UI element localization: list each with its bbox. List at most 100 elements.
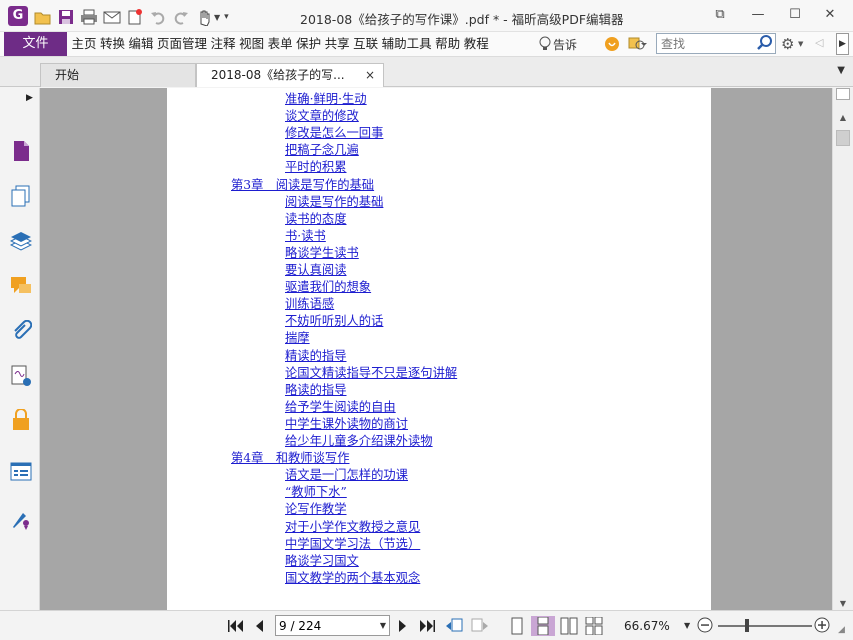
document-viewport[interactable]: 准确·鲜明·生动 谈文章的修改 修改是怎么一回事 把稿子念几遍 平时的积累 第3章 阅读是… (40, 88, 832, 610)
settings-gear-icon[interactable]: ⚙ (781, 36, 794, 52)
menu-comment[interactable]: 注释 (209, 32, 237, 56)
minimize-button[interactable]: — (744, 4, 772, 26)
zoom-out-icon[interactable] (697, 617, 713, 636)
previous-page-icon[interactable] (252, 616, 266, 636)
maximize-button[interactable]: ☐ (781, 4, 809, 26)
ribbon-scroll-left-icon[interactable]: ◁ (815, 36, 823, 49)
menu-home[interactable]: 主页 (70, 32, 98, 56)
next-view-icon[interactable] (470, 616, 490, 636)
menu-form[interactable]: 表单 (266, 32, 294, 56)
save-icon[interactable] (57, 8, 75, 26)
toc-section-link[interactable]: 修改是怎么一回事 (285, 126, 383, 140)
toc-chapter-link[interactable]: 第4章 和教师谈写作 (231, 451, 350, 465)
toc-section-link[interactable]: 略谈学习国文 (285, 554, 359, 568)
feedback-icon[interactable] (604, 36, 620, 55)
toc-section-link[interactable]: 阅读是写作的基础 (285, 195, 383, 209)
find-options-icon[interactable] (628, 36, 650, 55)
zoom-level[interactable]: 66.67% (624, 619, 670, 633)
menu-accessibility[interactable]: 辅助工具 (380, 32, 433, 56)
toc-chapter-link[interactable]: 第3章 阅读是写作的基础 (231, 178, 374, 192)
toc-section-link[interactable]: “教师下水” (285, 485, 347, 499)
new-document-icon[interactable] (126, 8, 144, 26)
zoom-slider-thumb[interactable] (745, 619, 749, 632)
toc-section-link[interactable]: 把稿子念几遍 (285, 143, 359, 157)
menu-convert[interactable]: 转换 (99, 32, 127, 56)
chevron-down-icon[interactable]: ▼ (684, 621, 690, 630)
next-page-icon[interactable] (397, 616, 409, 636)
toc-section-link[interactable]: 读书的态度 (285, 212, 347, 226)
menu-connect[interactable]: 互联 (352, 32, 380, 56)
page-number-input[interactable] (276, 616, 368, 635)
tab-document[interactable]: 2018-08《给孩子的写... × (196, 63, 384, 87)
continuous-facing-view-icon[interactable] (584, 616, 604, 636)
undo-icon[interactable] (149, 8, 167, 26)
toc-section-link[interactable]: 训练语感 (285, 297, 334, 311)
continuous-view-icon[interactable] (531, 616, 555, 636)
toc-section-link[interactable]: 给少年儿童多介绍课外读物 (285, 434, 433, 448)
layers-icon[interactable] (9, 231, 33, 253)
comments-icon[interactable] (10, 275, 32, 297)
facing-view-icon[interactable] (559, 616, 579, 636)
tell-me-label[interactable]: 告诉 (553, 36, 577, 53)
search-field[interactable] (656, 33, 776, 54)
scroll-top-icon[interactable] (836, 88, 850, 100)
chevron-down-icon[interactable]: ▼ (380, 621, 386, 630)
chevron-down-icon[interactable]: ▼ (214, 13, 220, 22)
page-thumbnail-icon[interactable] (10, 140, 32, 162)
menu-edit[interactable]: 编辑 (127, 32, 155, 56)
scroll-up-icon[interactable]: ▲ (836, 112, 850, 124)
zoom-in-icon[interactable] (814, 617, 830, 636)
last-page-icon[interactable] (419, 616, 435, 636)
menu-protect[interactable]: 保护 (295, 32, 323, 56)
toc-section-link[interactable]: 论写作教学 (285, 502, 347, 516)
chevron-down-icon[interactable]: ▼ (798, 40, 803, 48)
scroll-thumb[interactable] (836, 130, 850, 146)
redo-icon[interactable] (172, 8, 190, 26)
restore-layout-button[interactable]: ⧉ (706, 4, 734, 26)
attachments-icon[interactable] (10, 319, 33, 342)
toc-section-link[interactable]: 精读的指导 (285, 349, 347, 363)
search-input[interactable] (657, 34, 755, 53)
page-number-field[interactable]: ▼ (275, 615, 390, 636)
menu-view[interactable]: 视图 (238, 32, 266, 56)
tab-start[interactable]: 开始 (40, 63, 196, 87)
toc-section-link[interactable]: 对于小学作文教授之意见 (285, 520, 420, 534)
toc-section-link[interactable]: 中学国文学习法（节选） (285, 537, 420, 551)
toc-section-link[interactable]: 给予学生阅读的自由 (285, 400, 396, 414)
toc-section-link[interactable]: 要认真阅读 (285, 263, 347, 277)
pages-icon[interactable] (10, 185, 32, 207)
print-icon[interactable] (80, 8, 98, 26)
open-folder-icon[interactable] (34, 8, 52, 26)
search-icon[interactable] (757, 35, 773, 54)
toc-section-link[interactable]: 书·读书 (285, 229, 326, 243)
sign-tool-icon[interactable] (10, 508, 32, 530)
menu-tutorial[interactable]: 教程 (462, 32, 490, 56)
menu-share[interactable]: 共享 (323, 32, 351, 56)
toc-section-link[interactable]: 谈文章的修改 (285, 109, 359, 123)
expand-panel-icon[interactable]: ▶ (26, 93, 33, 103)
customize-quick-access-icon[interactable]: ▾ (224, 12, 229, 22)
file-menu-button[interactable]: 文件 (4, 32, 67, 56)
resize-grip-icon[interactable]: ◢ (838, 625, 845, 635)
toc-section-link[interactable]: 不妨听听别人的话 (285, 314, 383, 328)
app-logo-icon[interactable]: G (8, 6, 28, 26)
signature-icon[interactable] (10, 365, 32, 387)
single-page-view-icon[interactable] (508, 616, 526, 636)
tab-list-chevron-icon[interactable]: ▼ (837, 65, 845, 76)
hand-tool-icon[interactable] (195, 8, 213, 27)
toc-section-link[interactable]: 略读的指导 (285, 383, 347, 397)
email-icon[interactable] (103, 8, 121, 26)
toc-section-link[interactable]: 略谈学生读书 (285, 246, 359, 260)
toc-section-link[interactable]: 平时的积累 (285, 160, 347, 174)
toc-section-link[interactable]: 国文教学的两个基本观念 (285, 571, 420, 585)
content-panel-icon[interactable] (10, 461, 32, 483)
zoom-slider-track[interactable] (718, 625, 812, 627)
vertical-scrollbar[interactable]: ▲ ▼ (832, 88, 853, 610)
menu-organize[interactable]: 页面管理 (156, 32, 209, 56)
security-lock-icon[interactable] (10, 408, 32, 431)
previous-view-icon[interactable] (444, 616, 464, 636)
close-button[interactable]: ✕ (816, 4, 844, 26)
toc-section-link[interactable]: 语文是一门怎样的功课 (285, 468, 408, 482)
menu-help[interactable]: 帮助 (434, 32, 462, 56)
toc-section-link[interactable]: 论国文精读指导不只是逐句讲解 (285, 366, 457, 380)
